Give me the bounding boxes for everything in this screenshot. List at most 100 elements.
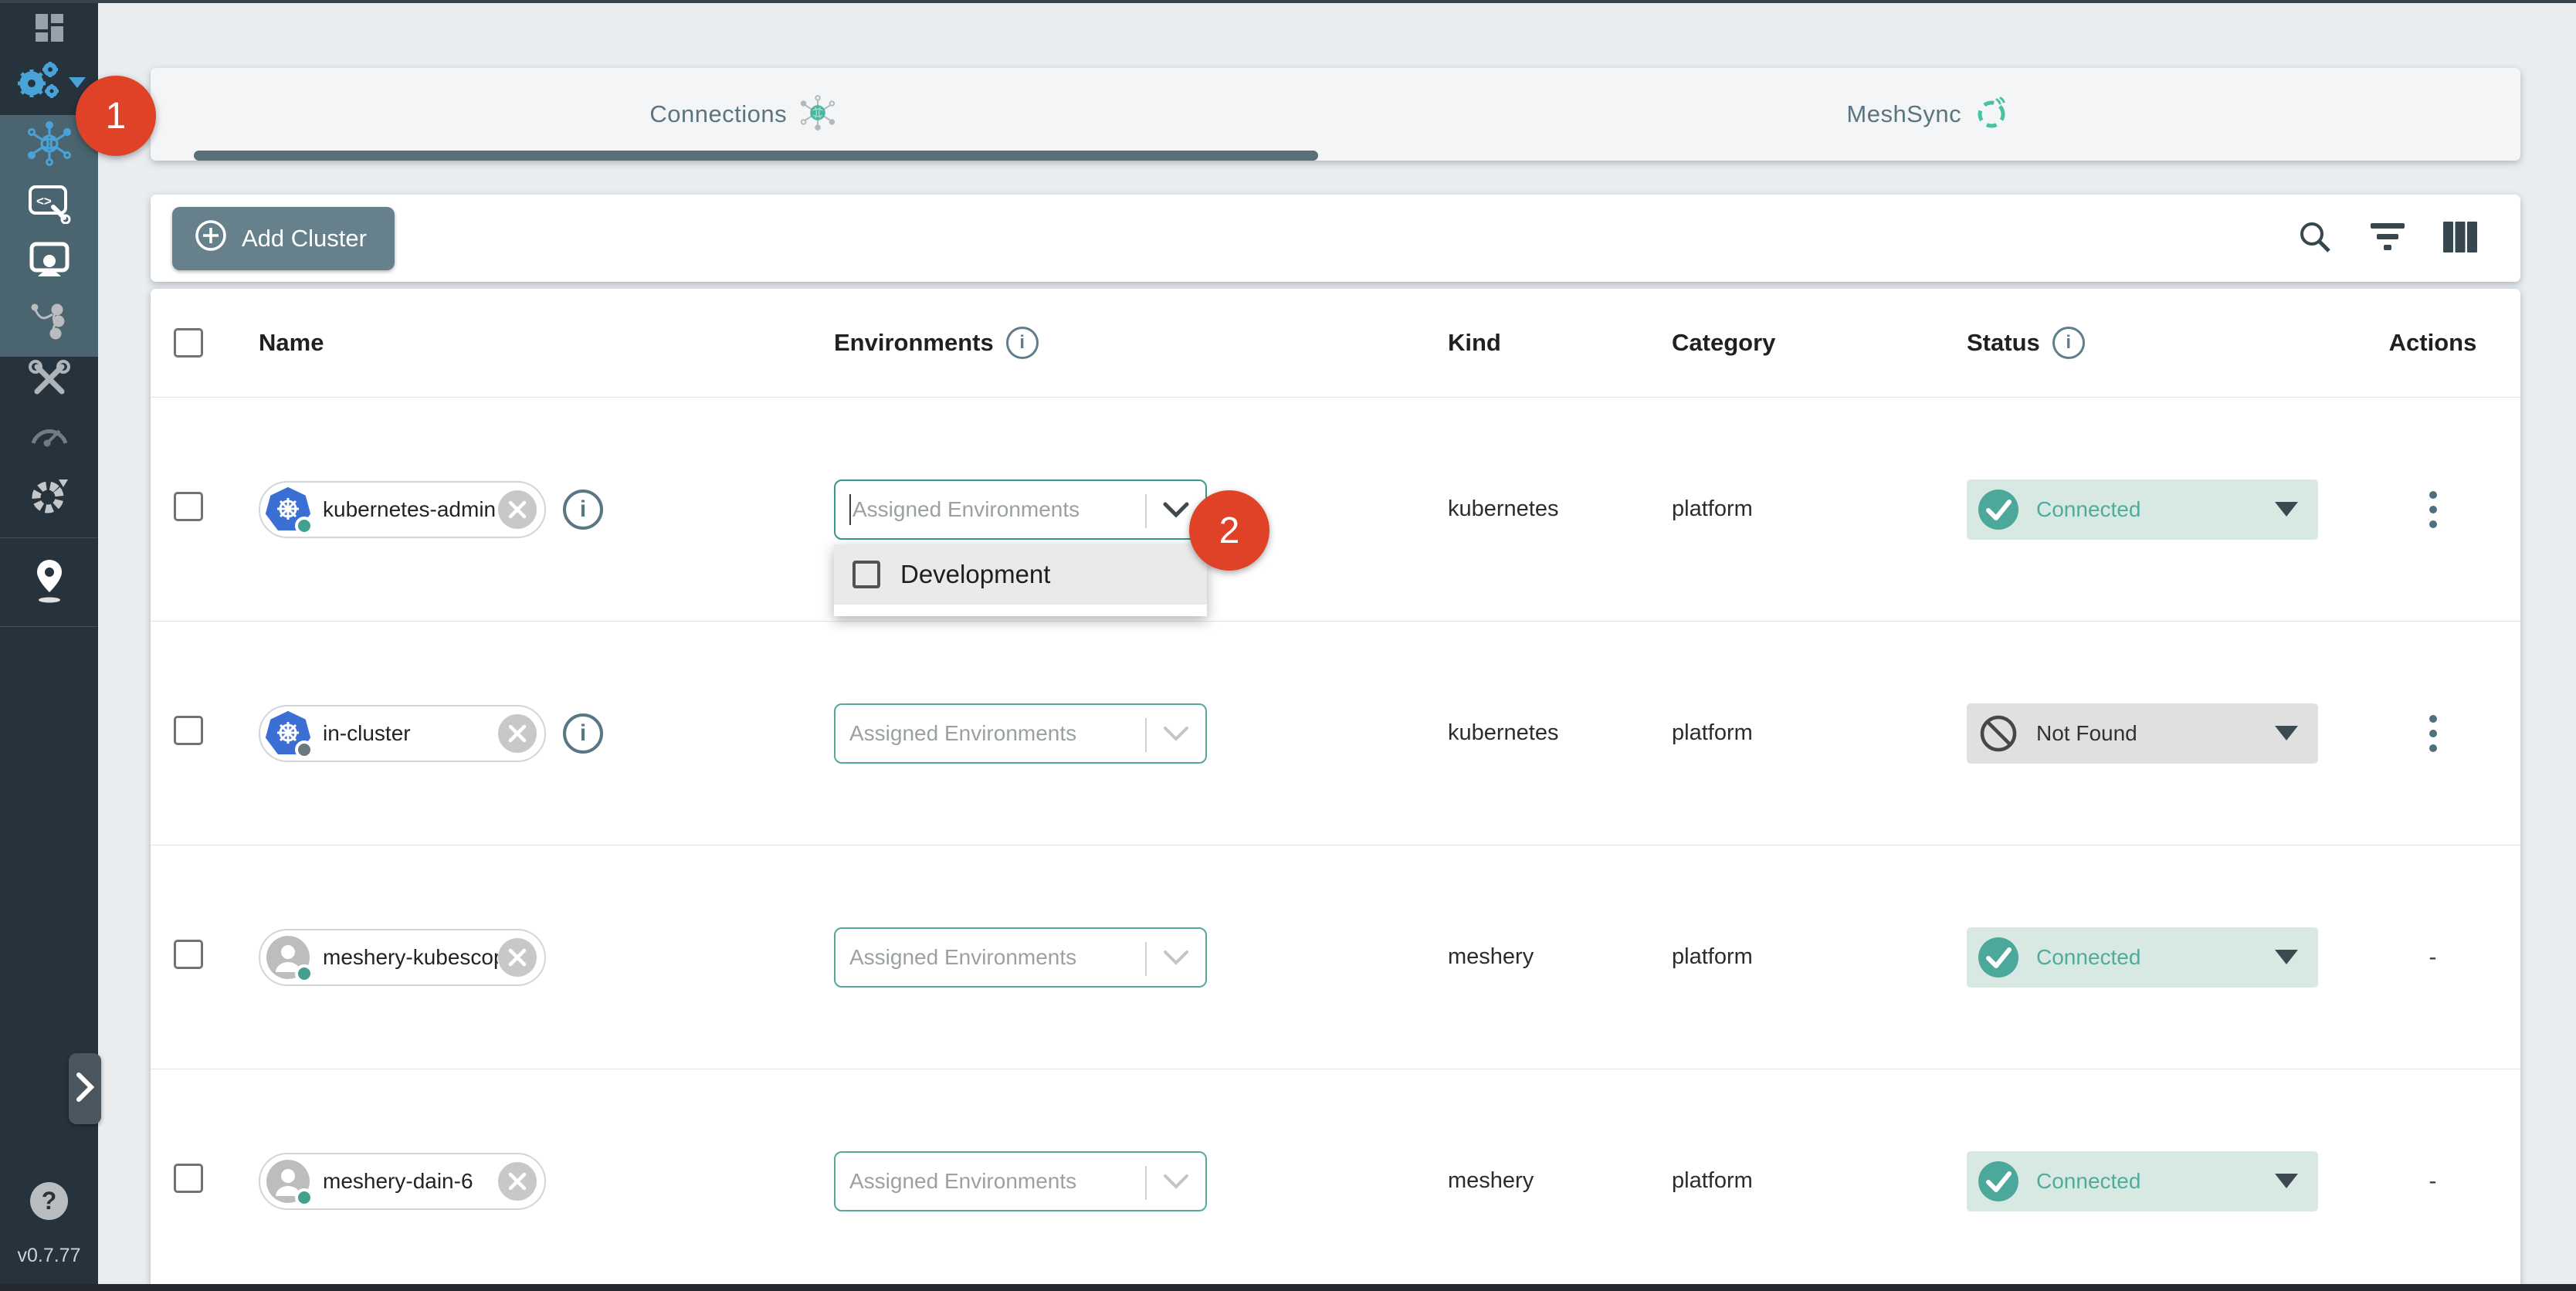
environments-select[interactable]: Assigned Environments [834, 1151, 1207, 1211]
table-row-meshery-dain-6: meshery-dain-6 Assigned Environments mes… [151, 1069, 2520, 1291]
connections-table: Name Environments i Kind Category Status… [151, 289, 2520, 1291]
sidebar-item-performance[interactable] [0, 411, 98, 457]
status-label: Not Found [2036, 721, 2137, 746]
column-header-category[interactable]: Category [1672, 329, 1967, 357]
environments-select[interactable]: Assigned Environments [834, 703, 1207, 764]
remove-connection-button[interactable] [498, 938, 537, 977]
category-value: platform [1672, 944, 1967, 970]
app-version: v0.7.77 [0, 1245, 98, 1267]
no-actions-placeholder: - [2429, 1168, 2437, 1194]
connections-mesh-icon [799, 94, 836, 135]
status-badge[interactable]: Not Found [1967, 703, 2318, 764]
question-mark-glyph: ? [42, 1187, 57, 1215]
status-badge[interactable]: Connected [1967, 927, 2318, 988]
kubernetes-icon [266, 711, 310, 756]
remove-connection-button[interactable] [498, 490, 537, 529]
sidebar-item-extensions[interactable] [0, 473, 98, 522]
status-badge[interactable]: Connected [1967, 1151, 2318, 1211]
view-columns-button[interactable] [2442, 220, 2479, 256]
kind-value: kubernetes [1448, 720, 1672, 746]
add-cluster-button[interactable]: Add Cluster [172, 207, 395, 270]
help-button[interactable]: ? [30, 1182, 68, 1220]
connection-status-dot [295, 1188, 314, 1207]
no-actions-placeholder: - [2429, 944, 2437, 971]
status-label: Connected [2036, 945, 2140, 970]
connection-chip[interactable]: in-cluster [259, 705, 546, 762]
sidebar-item-configuration[interactable] [0, 357, 98, 406]
window-top-edge [0, 0, 2576, 3]
table-row-kubernetes-admin: kubernetes-admin… i Assigned Environment… [151, 398, 2520, 622]
sidebar-item-catalog[interactable] [0, 554, 98, 610]
sidebar: <> [0, 0, 98, 1291]
status-caret-icon [2275, 950, 2298, 964]
annotation-step-1-badge: 1 [76, 76, 156, 156]
sidebar-item-workspaces[interactable] [0, 239, 98, 288]
kind-value: kubernetes [1448, 496, 1672, 522]
select-open-button[interactable] [1147, 705, 1205, 762]
table-toolbar-icons [2296, 219, 2479, 258]
environments-select[interactable]: Assigned Environments [834, 927, 1207, 988]
remove-connection-button[interactable] [498, 714, 537, 753]
connection-status-dot [295, 517, 314, 535]
connection-info-icon[interactable]: i [563, 713, 603, 754]
add-cluster-label: Add Cluster [242, 225, 367, 252]
select-open-button[interactable] [1147, 929, 1205, 986]
location-pin-icon [29, 557, 69, 608]
row-checkbox[interactable] [174, 1164, 203, 1193]
connections-toolbar: Add Cluster [151, 195, 2520, 282]
kubernetes-icon [266, 487, 310, 532]
plus-circle-icon [194, 219, 228, 259]
connection-name: kubernetes-admin… [310, 497, 498, 522]
column-header-environments[interactable]: Environments i [834, 327, 1448, 359]
sidebar-item-adapters[interactable]: <> [0, 180, 98, 229]
row-checkbox[interactable] [174, 492, 203, 521]
environments-placeholder: Assigned Environments [849, 1169, 1076, 1194]
search-icon [2296, 219, 2334, 258]
sidebar-divider [0, 537, 98, 538]
gears-icon [13, 60, 86, 105]
view-columns-icon [2442, 220, 2479, 256]
select-all-checkbox[interactable] [174, 328, 203, 357]
connection-chip[interactable]: meshery-kubescop… [259, 929, 546, 986]
dashboard-icon [31, 9, 68, 50]
active-tab-indicator [194, 151, 1318, 161]
sidebar-divider [0, 626, 98, 627]
tab-meshsync[interactable]: MeshSync [1336, 68, 2521, 161]
connection-info-icon[interactable]: i [563, 490, 603, 530]
connection-chip[interactable]: meshery-dain-6 [259, 1153, 546, 1210]
environments-info-icon[interactable]: i [1006, 327, 1039, 359]
column-header-status[interactable]: Status i [1967, 327, 2368, 359]
connection-name: meshery-dain-6 [310, 1169, 498, 1194]
tab-connections[interactable]: Connections [151, 68, 1336, 161]
option-checkbox[interactable] [852, 561, 880, 588]
environments-placeholder: Assigned Environments [849, 945, 1076, 970]
sidebar-item-environments[interactable] [0, 298, 98, 347]
sidebar-collapse-button[interactable] [69, 1053, 101, 1124]
row-actions-menu-button[interactable] [2422, 707, 2445, 760]
kind-value: meshery [1448, 944, 1672, 970]
row-actions-menu-button[interactable] [2422, 483, 2445, 536]
search-button[interactable] [2296, 219, 2334, 258]
row-checkbox[interactable] [174, 716, 203, 745]
column-header-name[interactable]: Name [259, 329, 834, 357]
environment-option-development[interactable]: Development [834, 544, 1207, 605]
sidebar-item-dashboard[interactable] [0, 9, 98, 49]
status-badge[interactable]: Connected [1967, 479, 2318, 540]
status-info-icon[interactable]: i [2052, 327, 2085, 359]
category-value: platform [1672, 720, 1967, 746]
connection-chip[interactable]: kubernetes-admin… [259, 481, 546, 538]
tab-connections-label: Connections [649, 100, 787, 128]
window-bottom-edge [0, 1284, 2576, 1291]
code-wrench-icon: <> [27, 182, 72, 228]
connection-status-dot [295, 740, 314, 759]
connected-check-icon [1976, 1159, 2021, 1204]
not-found-icon [1976, 711, 2021, 756]
remove-connection-button[interactable] [498, 1162, 537, 1201]
row-checkbox[interactable] [174, 940, 203, 969]
environments-select[interactable]: Assigned Environments [834, 479, 1207, 540]
select-open-button[interactable] [1147, 1153, 1205, 1210]
filter-button[interactable] [2369, 222, 2406, 255]
connections-mesh-icon [26, 120, 73, 171]
kind-value: meshery [1448, 1168, 1672, 1194]
column-header-kind[interactable]: Kind [1448, 329, 1672, 357]
